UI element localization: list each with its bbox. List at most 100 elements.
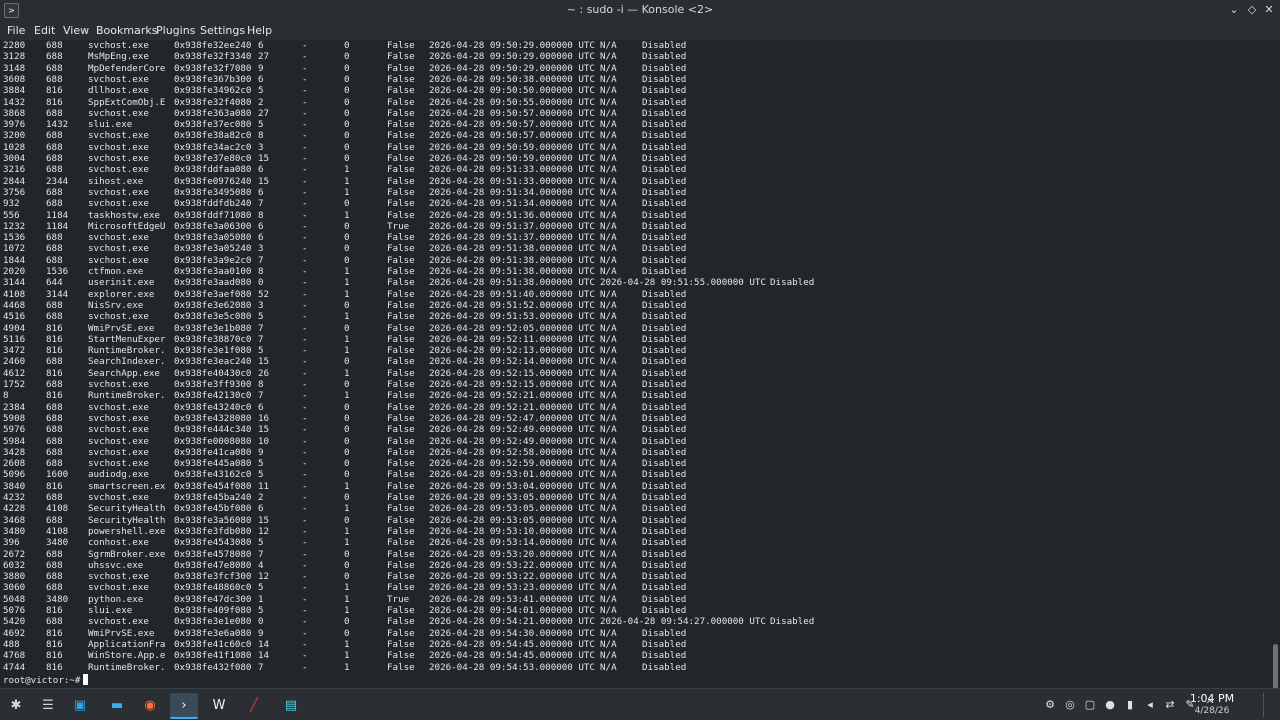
process-cell: Disabled <box>642 525 687 537</box>
process-cell: 8 <box>3 390 9 402</box>
process-cell: 5096 <box>3 469 26 481</box>
process-cell: 1 <box>344 311 350 323</box>
process-cell: N/A <box>600 492 617 503</box>
process-cell: N/A <box>600 119 617 131</box>
process-cell: N/A <box>600 627 617 639</box>
process-cell: 4232 <box>3 492 26 503</box>
menu-view[interactable]: View <box>63 24 89 37</box>
process-cell: 2672 <box>3 548 26 560</box>
process-cell: RuntimeBroker. <box>88 390 166 402</box>
process-cell: 0x938fe32ee240 <box>174 40 252 51</box>
process-cell: - <box>302 96 308 108</box>
firefox-icon[interactable]: ◉ <box>136 693 164 717</box>
process-cell: - <box>302 254 308 266</box>
process-cell: N/A <box>600 311 617 323</box>
process-cell: N/A <box>600 559 617 571</box>
battery-tray-icon[interactable]: ▮ <box>1123 698 1137 711</box>
task-switcher-icon[interactable]: ☰ <box>34 693 62 717</box>
process-cell: Disabled <box>642 288 687 300</box>
screen-tool-icon[interactable]: ▤ <box>277 693 305 717</box>
file-manager-icon[interactable]: ▬ <box>103 693 131 717</box>
process-cell: 816 <box>46 650 63 662</box>
process-cell: 0x938fe4328080 <box>174 412 252 424</box>
process-cell: 0x938fe3aef080 <box>174 288 252 300</box>
pen-tool-icon[interactable]: ╱ <box>240 693 268 717</box>
process-cell: Disabled <box>642 299 687 311</box>
maximize-icon[interactable]: ◇ <box>1244 2 1260 18</box>
process-cell: 2026-04-28 09:53:41.000000 UTC <box>429 593 595 605</box>
menu-edit[interactable]: Edit <box>34 24 55 37</box>
process-cell: False <box>387 661 415 673</box>
konsole-icon[interactable]: › <box>170 693 198 719</box>
process-cell: N/A <box>600 62 617 74</box>
process-cell: Disabled <box>642 390 687 402</box>
minimize-icon[interactable]: ⌄ <box>1226 2 1242 18</box>
process-cell: - <box>302 130 308 142</box>
clipboard-tray-icon[interactable]: ▢ <box>1083 698 1097 711</box>
connections-tray-icon[interactable]: ⇄ <box>1163 698 1177 711</box>
show-desktop-button[interactable] <box>1263 693 1278 717</box>
process-cell: 0 <box>258 616 264 628</box>
process-cell: 2026-04-28 09:50:29.000000 UTC <box>429 51 595 63</box>
store-icon[interactable]: ▣ <box>66 693 94 717</box>
window-titlebar[interactable]: > ~ : sudo -i — Konsole <2> ⌄ ◇ ✕ <box>0 0 1280 20</box>
process-cell: 0 <box>344 412 350 424</box>
process-cell: 1 <box>344 345 350 357</box>
process-cell: 0x938fe3a06300 <box>174 220 252 232</box>
process-cell: 0 <box>344 107 350 119</box>
process-cell: WmiPrvSE.exe <box>88 322 155 334</box>
process-cell: 688 <box>46 311 63 323</box>
process-cell: Disabled <box>642 130 687 142</box>
process-cell: 0x938fe32f7080 <box>174 62 252 74</box>
process-cell: Disabled <box>642 51 687 63</box>
process-cell: 0x938fe41ca080 <box>174 446 252 458</box>
process-cell: - <box>302 638 308 650</box>
process-cell: False <box>387 401 415 413</box>
process-cell: 1072 <box>3 243 26 255</box>
process-cell: 3060 <box>3 582 26 594</box>
notifications-tray-icon[interactable]: ● <box>1103 698 1117 711</box>
process-cell: 2460 <box>3 356 26 368</box>
process-cell: False <box>387 480 415 492</box>
process-cell: Disabled <box>642 141 687 153</box>
process-cell: Disabled <box>642 62 687 74</box>
process-cell: False <box>387 333 415 345</box>
process-cell: 3884 <box>3 85 26 97</box>
digital-clock[interactable]: 1:04 PM 4/28/26 <box>1182 692 1242 716</box>
process-cell: 0x938fddfaa080 <box>174 164 252 176</box>
network-tray-icon[interactable]: ◎ <box>1063 698 1077 711</box>
wireshark-icon[interactable]: W <box>205 693 233 717</box>
close-icon[interactable]: ✕ <box>1261 2 1277 18</box>
process-cell: 5 <box>258 458 264 470</box>
settings-tray-icon[interactable]: ⚙ <box>1043 698 1057 711</box>
process-cell: 0x938fe45bf080 <box>174 503 252 515</box>
process-cell: 1752 <box>3 379 26 390</box>
process-cell: N/A <box>600 288 617 300</box>
process-cell: 0 <box>344 96 350 108</box>
process-cell: 2026-04-28 09:50:57.000000 UTC <box>429 130 595 142</box>
process-cell: 688 <box>46 379 63 390</box>
terminal-scrollbar[interactable] <box>1270 40 1280 720</box>
process-cell: - <box>302 299 308 311</box>
terminal-output[interactable]: 2280 688 svchost.exe 0x938fe32ee240 6-0 False… <box>0 40 1270 688</box>
menu-plugins[interactable]: Plugins <box>156 24 195 37</box>
process-cell: 0 <box>344 119 350 131</box>
menu-settings[interactable]: Settings <box>200 24 245 37</box>
process-cell: 8 <box>258 379 264 390</box>
process-cell: - <box>302 51 308 63</box>
volume-tray-icon[interactable]: ◂ <box>1143 698 1157 711</box>
process-cell: Disabled <box>642 367 687 379</box>
process-cell: 5420 <box>3 616 26 628</box>
process-cell: 0x938fe3eac240 <box>174 356 252 368</box>
process-cell: 688 <box>46 164 63 176</box>
menu-file[interactable]: File <box>7 24 25 37</box>
process-cell: 6 <box>258 503 264 515</box>
process-cell: - <box>302 243 308 255</box>
process-cell: N/A <box>600 175 617 187</box>
process-cell: 688 <box>46 435 63 447</box>
process-cell: svchost.exe <box>88 153 149 164</box>
app-launcher-icon[interactable]: ✱ <box>2 693 30 717</box>
menu-bookmarks[interactable]: Bookmarks <box>96 24 157 37</box>
process-cell: 816 <box>46 390 63 402</box>
menu-help[interactable]: Help <box>247 24 272 37</box>
